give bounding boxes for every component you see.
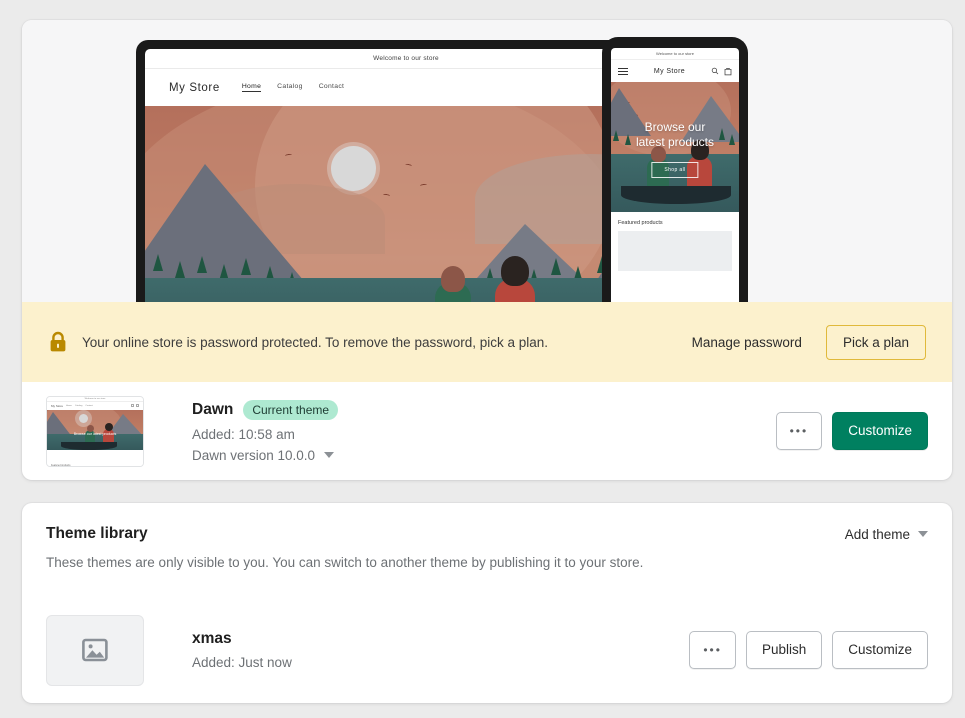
- theme-library-card: Theme library Add theme These themes are…: [22, 503, 952, 703]
- mobile-hero-heading: Browse our latest products: [611, 120, 739, 150]
- mini-nav-home: Home: [66, 404, 72, 407]
- mobile-hero: Browse our latest products Shop all: [611, 82, 739, 212]
- theme-preview-area: Welcome to our store My Store Home Catal…: [22, 20, 952, 302]
- desktop-store-nav: Home Catalog Contact: [241, 83, 345, 92]
- customize-button[interactable]: Customize: [832, 412, 928, 450]
- themes-page: Welcome to our store My Store Home Catal…: [0, 0, 965, 718]
- mobile-announcement-text: Welcome to our store: [656, 51, 694, 56]
- mini-logo: My Store: [51, 403, 64, 408]
- table-row: xmas Added: Just now ••• Publish Customi…: [22, 597, 952, 703]
- mobile-hero-heading-line2: latest products: [635, 135, 715, 149]
- current-theme-row: Welcome to our store My Store Home Catal…: [22, 382, 952, 480]
- add-theme-label: Add theme: [844, 526, 910, 542]
- desktop-store-logo: My Store: [169, 81, 220, 94]
- chevron-down-icon: [324, 452, 335, 458]
- library-theme-name[interactable]: xmas: [192, 630, 232, 648]
- desktop-announcement-bar: Welcome to our store: [145, 49, 667, 69]
- mini-header-icons: [131, 404, 139, 407]
- theme-library-title-row: Theme library Add theme: [46, 525, 928, 543]
- mini-hero: Browse our latest products: [47, 409, 143, 450]
- current-theme-added: Added: 10:58 am: [192, 426, 295, 442]
- current-theme-info: Dawn Current theme Added: 10:58 am Dawn …: [192, 399, 339, 463]
- mini-hero-illustration: [47, 409, 143, 450]
- library-theme-added: Added: Just now: [192, 655, 292, 670]
- current-theme-thumbnail[interactable]: Welcome to our store My Store Home Catal…: [46, 395, 144, 467]
- desktop-store-header: My Store Home Catalog Contact: [145, 69, 667, 106]
- thumbnail-mini-preview: Welcome to our store My Store Home Catal…: [47, 396, 143, 467]
- mobile-featured-title: Featured products: [618, 220, 663, 226]
- hamburger-menu-icon[interactable]: [618, 66, 628, 77]
- mobile-preview-frame[interactable]: Welcome to our store My Store Browse our…: [602, 37, 748, 302]
- desktop-preview-frame[interactable]: Welcome to our store My Store Home Catal…: [136, 40, 676, 302]
- status-badge: Current theme: [243, 399, 339, 420]
- desktop-announcement-text: Welcome to our store: [373, 55, 439, 62]
- mobile-hero-shop-all-button[interactable]: Shop all: [651, 162, 699, 178]
- library-theme-info: xmas Added: Just now: [192, 630, 292, 670]
- desktop-nav-contact[interactable]: Contact: [319, 83, 345, 92]
- mobile-featured-product-placeholder: [618, 231, 732, 271]
- current-theme-title-line: Dawn Current theme: [192, 399, 339, 420]
- search-icon[interactable]: [711, 67, 719, 75]
- current-theme-actions: ••• Customize: [775, 412, 928, 450]
- cart-icon[interactable]: [724, 67, 732, 76]
- theme-library-description: These themes are only visible to you. Yo…: [46, 555, 644, 570]
- current-theme-card: Welcome to our store My Store Home Catal…: [22, 20, 952, 480]
- library-theme-title-line: xmas: [192, 630, 292, 648]
- theme-library-header: Theme library Add theme These themes are…: [22, 503, 952, 597]
- mobile-hero-heading-line1: Browse our: [644, 120, 706, 134]
- current-theme-version-label: Dawn version 10.0.0: [192, 447, 316, 463]
- library-theme-actions: ••• Publish Customize: [689, 631, 928, 669]
- customize-button[interactable]: Customize: [832, 631, 928, 669]
- desktop-nav-home[interactable]: Home: [241, 83, 262, 92]
- manage-password-button[interactable]: Manage password: [692, 335, 802, 350]
- hero-illustration: [145, 106, 667, 302]
- banner-actions: Manage password Pick a plan: [692, 324, 926, 360]
- pick-a-plan-button[interactable]: Pick a plan: [825, 324, 926, 360]
- more-actions-button[interactable]: •••: [689, 631, 736, 669]
- password-protected-banner: Your online store is password protected.…: [22, 302, 952, 382]
- image-placeholder-icon: [82, 638, 108, 662]
- more-actions-button[interactable]: •••: [775, 412, 823, 450]
- mobile-featured-products: Featured products: [611, 212, 739, 271]
- mobile-store-header: My Store: [611, 60, 739, 82]
- theme-thumbnail-placeholder[interactable]: [46, 614, 144, 686]
- mini-hero-heading: Browse our latest products: [73, 431, 117, 436]
- page-title: Theme library: [46, 525, 148, 542]
- mini-announcement-text: Welcome to our store: [84, 397, 106, 400]
- publish-button[interactable]: Publish: [745, 631, 823, 669]
- banner-message: Your online store is password protected.…: [82, 334, 549, 350]
- current-theme-name[interactable]: Dawn: [192, 401, 233, 419]
- add-theme-button[interactable]: Add theme: [845, 527, 928, 542]
- mini-nav-catalog: Catalog: [74, 404, 83, 407]
- desktop-preview-screen: Welcome to our store My Store Home Catal…: [145, 49, 667, 302]
- mini-nav-contact: Contact: [85, 404, 93, 407]
- mobile-preview-screen: Welcome to our store My Store Browse our…: [611, 48, 739, 302]
- lock-icon: [50, 331, 66, 352]
- mini-featured-section: Featured products: [47, 449, 143, 467]
- mobile-announcement-bar: Welcome to our store: [611, 48, 739, 60]
- mini-header: My Store Home Catalog Contact: [47, 401, 143, 410]
- mini-featured-title: Featured products: [51, 463, 71, 467]
- chevron-down-icon: [918, 531, 928, 537]
- desktop-nav-catalog[interactable]: Catalog: [277, 83, 303, 92]
- mobile-store-logo: My Store: [653, 67, 686, 75]
- current-theme-version-dropdown[interactable]: Dawn version 10.0.0: [192, 448, 338, 463]
